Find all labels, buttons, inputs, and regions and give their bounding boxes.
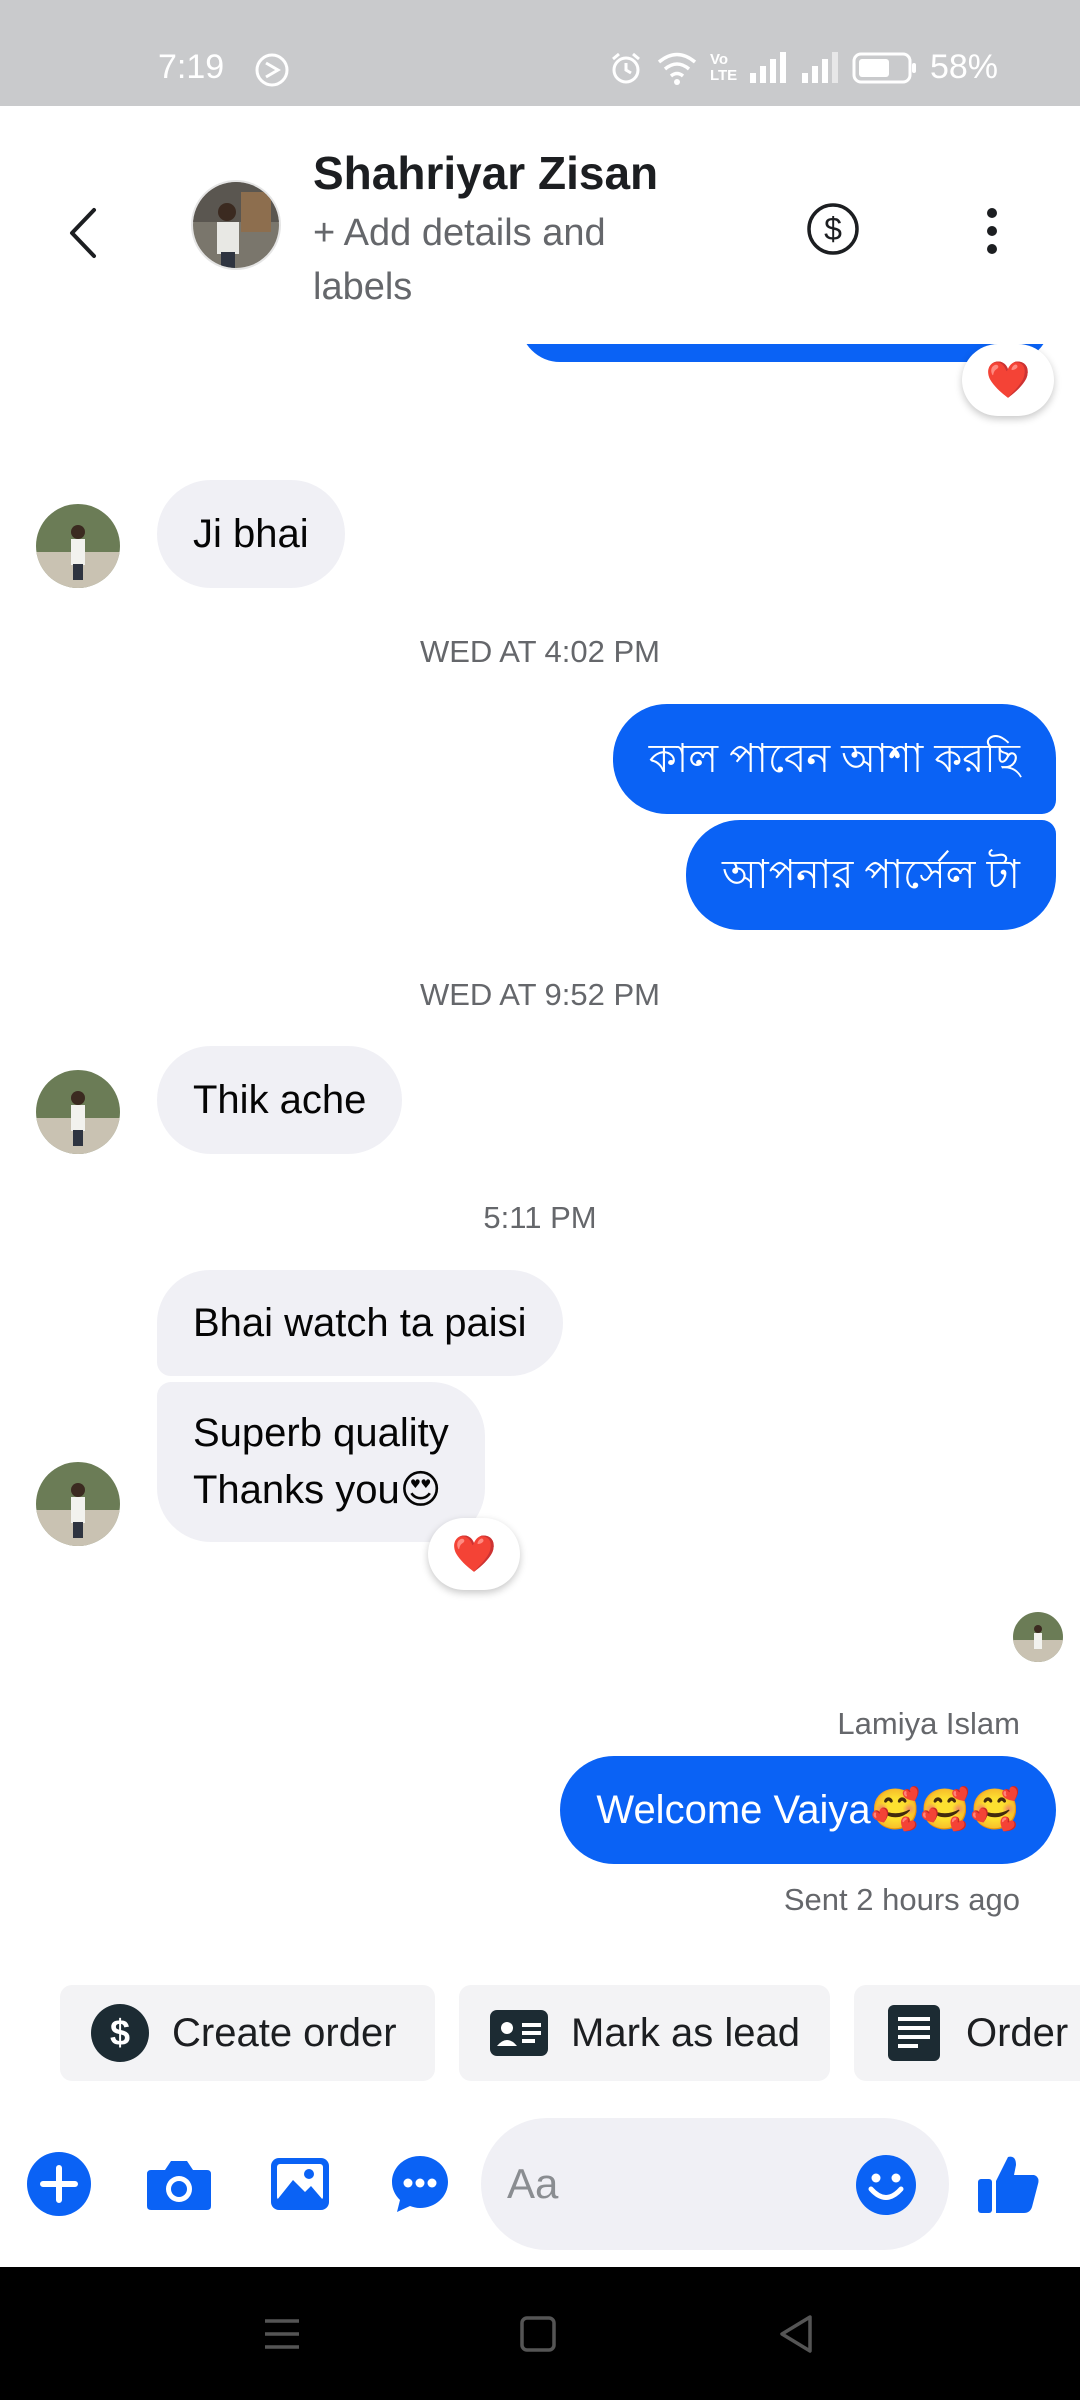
signal-icon-2 xyxy=(801,51,838,83)
dnd-icon xyxy=(255,53,289,87)
signal-icon-1 xyxy=(749,51,786,83)
chat-bubble-icon xyxy=(392,2156,448,2212)
contact-name[interactable]: Shahriyar Zisan xyxy=(313,146,658,200)
emoji-icon[interactable] xyxy=(855,2154,917,2216)
contact-card-icon xyxy=(489,2003,549,2063)
camera-button[interactable] xyxy=(144,2104,214,2264)
sender-avatar[interactable] xyxy=(36,504,120,588)
plus-circle-icon xyxy=(27,2152,91,2216)
outgoing-message[interactable]: Welcome Vaiya🥰🥰🥰 xyxy=(560,1756,1056,1864)
status-icons: Vo LTE 58% xyxy=(608,48,998,87)
payment-icon[interactable]: $ xyxy=(805,201,861,257)
battery-icon xyxy=(852,52,916,83)
quick-actions-bar[interactable]: $ Create order Mark as lead Order xyxy=(0,1985,1080,2081)
create-order-label: Create order xyxy=(172,2010,397,2055)
back-button[interactable] xyxy=(60,198,110,268)
contact-avatar[interactable] xyxy=(191,180,281,270)
message-line: Superb quality xyxy=(193,1411,449,1455)
svg-text:$: $ xyxy=(110,2012,130,2053)
incoming-message[interactable]: Thik ache xyxy=(157,1046,403,1154)
alarm-icon xyxy=(611,52,640,83)
volte-label: Vo LTE xyxy=(709,50,738,84)
reaction-heart[interactable]: ❤️ xyxy=(428,1518,520,1590)
sender-avatar[interactable] xyxy=(36,1462,120,1546)
photo-icon xyxy=(271,2158,329,2210)
more-actions-button[interactable] xyxy=(26,2104,92,2264)
message-input[interactable] xyxy=(507,2148,837,2220)
thumbs-up-icon xyxy=(978,2156,1039,2213)
camera-icon xyxy=(147,2161,211,2210)
sender-label: Lamiya Islam xyxy=(837,1706,1020,1741)
read-receipt-avatar xyxy=(1013,1612,1063,1662)
reaction-heart[interactable]: ❤️ xyxy=(962,344,1054,416)
back-nav-icon[interactable] xyxy=(772,2309,822,2359)
message-input-wrapper xyxy=(481,2118,949,2250)
incoming-message[interactable]: Bhai watch ta paisi xyxy=(157,1270,563,1376)
outgoing-message[interactable]: কাল পাবেন আশা করছি xyxy=(612,704,1056,814)
recent-apps-icon[interactable] xyxy=(257,2309,307,2359)
battery-percent: 58% xyxy=(929,48,998,86)
heart-reaction-emoji: ❤️ xyxy=(451,1533,497,1574)
add-details-link[interactable]: + Add details and labels xyxy=(313,206,713,314)
message-composer xyxy=(0,2104,1080,2264)
chat-extension-button[interactable] xyxy=(388,2104,452,2264)
create-order-button[interactable]: $ Create order xyxy=(60,1985,435,2081)
mark-as-lead-button[interactable]: Mark as lead xyxy=(459,1985,830,2081)
dollar-icon: $ xyxy=(90,2003,150,2063)
document-icon xyxy=(884,2003,944,2063)
mark-as-lead-label: Mark as lead xyxy=(571,2010,800,2055)
message-list[interactable]: ❤️ Ji bhai WED AT 4:02 PM কাল পাবেন আশা … xyxy=(0,344,1080,1964)
timestamp: 5:11 PM xyxy=(483,1200,597,1235)
timestamp: WED AT 9:52 PM xyxy=(419,977,661,1012)
status-time: 7:19 xyxy=(158,48,225,86)
sent-status: Sent 2 hours ago xyxy=(783,1882,1020,1917)
conversation-header: Shahriyar Zisan + Add details and labels… xyxy=(0,106,1080,344)
sender-avatar[interactable] xyxy=(36,1070,120,1154)
system-navigation-bar xyxy=(0,2267,1080,2400)
more-options-icon[interactable] xyxy=(972,201,1012,261)
message-line: Thanks you😍 xyxy=(193,1468,442,1512)
gallery-button[interactable] xyxy=(268,2104,332,2264)
svg-text:$: $ xyxy=(824,211,842,247)
order-button[interactable]: Order xyxy=(854,1985,1080,2081)
wifi-icon xyxy=(657,52,697,85)
heart-reaction-emoji: ❤️ xyxy=(985,359,1031,400)
status-bar: 7:19 Vo LTE 58% xyxy=(0,0,1080,106)
home-icon[interactable] xyxy=(513,2309,563,2359)
incoming-message[interactable]: Ji bhai xyxy=(157,480,345,588)
order-label: Order xyxy=(966,2010,1069,2055)
like-button[interactable] xyxy=(974,2104,1044,2264)
outgoing-message[interactable]: আপনার পার্সেল টা xyxy=(686,820,1056,930)
timestamp: WED AT 4:02 PM xyxy=(419,634,661,669)
incoming-message[interactable]: Superb quality Thanks you😍 xyxy=(157,1382,485,1542)
